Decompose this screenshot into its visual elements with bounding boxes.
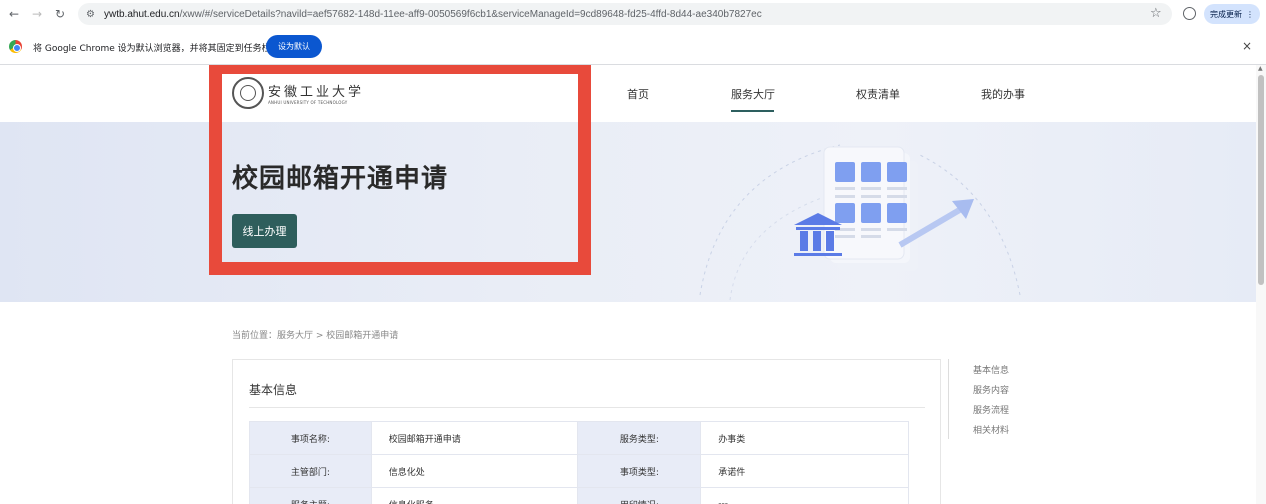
infobar-message: 将 Google Chrome 设为默认浏览器，并将其固定到任务栏 [33, 44, 271, 54]
close-icon[interactable]: × [1242, 39, 1252, 53]
side-anchor-nav: 基本信息 服务内容 服务流程 相关材料 [948, 359, 1028, 439]
page-content: 安徽工业大学 ANHUI UNIVERSITY OF TECHNOLOGY 首页… [0, 65, 1256, 504]
url-text: ywtb.ahut.edu.cn/xww/#/serviceDetails?na… [104, 8, 762, 20]
nav-service-hall[interactable]: 服务大厅 [731, 86, 775, 102]
scroll-up-icon[interactable]: ▲ [1258, 65, 1263, 72]
table-row: 服务主题: 信息化服务 用印情况: --- [249, 487, 909, 504]
update-label: 完成更新 [1210, 9, 1242, 19]
panel-title: 基本信息 [249, 383, 298, 397]
scroll-thumb[interactable] [1258, 75, 1264, 285]
table-key: 服务主题: [249, 487, 372, 504]
basic-info-panel: 基本信息 事项名称: 校园邮箱开通申请 服务类型: 办事类 主管部门: 信息化处… [232, 359, 941, 504]
default-browser-infobar: 将 Google Chrome 设为默认浏览器，并将其固定到任务栏 设为默认 × [0, 29, 1266, 65]
table-key: 事项类型: [577, 454, 702, 488]
table-value: 办事类 [700, 421, 909, 455]
info-table: 事项名称: 校园邮箱开通申请 服务类型: 办事类 主管部门: 信息化处 事项类型… [249, 421, 909, 504]
table-key: 用印情况: [577, 487, 702, 504]
forward-icon[interactable]: → [29, 6, 45, 22]
nav-home[interactable]: 首页 [627, 86, 649, 102]
site-header: 安徽工业大学 ANHUI UNIVERSITY OF TECHNOLOGY 首页… [0, 65, 1256, 122]
nav-active-indicator [731, 110, 774, 112]
table-key: 主管部门: [249, 454, 372, 488]
nav-responsibility-list[interactable]: 权责清单 [856, 86, 900, 102]
table-value: 承诺件 [700, 454, 909, 488]
table-value: 信息化处 [370, 454, 579, 488]
back-icon[interactable]: ← [6, 6, 22, 22]
page-scrollbar[interactable]: ▲ [1256, 65, 1266, 504]
chrome-logo-icon [9, 40, 22, 53]
site-info-icon[interactable]: ⚙ [86, 9, 104, 20]
anchor-basic-info[interactable]: 基本信息 [973, 363, 1009, 376]
service-banner [0, 122, 1256, 302]
more-menu-icon: ⋮ [1246, 9, 1254, 19]
table-value: 信息化服务 [370, 487, 579, 504]
highlight-annotation-box [209, 65, 591, 275]
anchor-related-materials[interactable]: 相关材料 [973, 423, 1009, 436]
nav-my-affairs[interactable]: 我的办事 [981, 86, 1025, 102]
anchor-service-process[interactable]: 服务流程 [973, 403, 1009, 416]
table-key: 事项名称: [249, 421, 372, 455]
table-row: 事项名称: 校园邮箱开通申请 服务类型: 办事类 [249, 421, 909, 455]
set-default-button[interactable]: 设为默认 [266, 35, 322, 58]
bookmark-star-icon[interactable]: ☆ [1150, 6, 1162, 21]
address-bar[interactable]: ⚙ ywtb.ahut.edu.cn/xww/#/serviceDetails?… [78, 3, 1172, 25]
table-key: 服务类型: [577, 421, 702, 455]
service-illustration [699, 144, 1021, 301]
profile-icon[interactable] [1183, 7, 1196, 20]
panel-divider [249, 407, 925, 408]
table-value: 校园邮箱开通申请 [370, 421, 579, 455]
reload-icon[interactable]: ↻ [52, 6, 68, 22]
anchor-service-content[interactable]: 服务内容 [973, 383, 1009, 396]
update-button[interactable]: 完成更新 ⋮ [1204, 4, 1260, 24]
breadcrumb: 当前位置：服务大厅 > 校园邮箱开通申请 [232, 331, 399, 341]
browser-toolbar: ← → ↻ ⚙ ywtb.ahut.edu.cn/xww/#/serviceDe… [0, 0, 1266, 29]
table-row: 主管部门: 信息化处 事项类型: 承诺件 [249, 454, 909, 488]
table-value: --- [700, 487, 909, 504]
